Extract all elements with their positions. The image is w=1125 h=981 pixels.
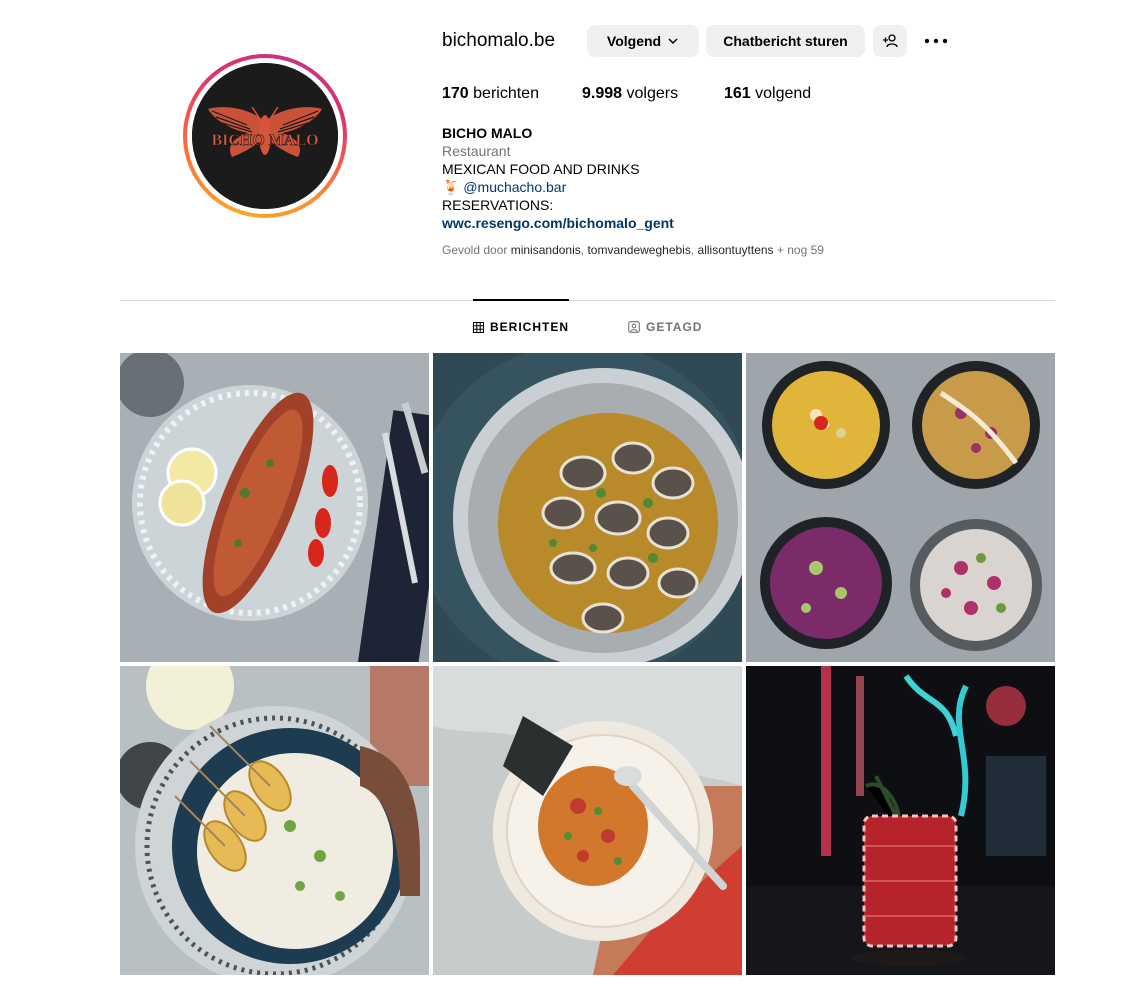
followed-by-user: allisontuyttens (697, 243, 774, 257)
post-image (433, 666, 742, 975)
posts-count-label: berichten (473, 85, 539, 102)
post-image (433, 353, 742, 662)
following-button[interactable]: Volgend (587, 25, 699, 57)
post-tile-cocktail[interactable] (746, 666, 1055, 975)
bio-line: RESERVATIONS: (442, 197, 554, 213)
bio-website-link[interactable]: wwc.resengo.com/bichomalo_gent (442, 214, 674, 232)
following-label: Volgend (606, 33, 662, 49)
active-tab-indicator (473, 299, 569, 301)
tagged-icon (628, 321, 640, 333)
followers-count[interactable]: 9.998 volgers (582, 85, 678, 103)
post-tile-clams[interactable] (433, 353, 742, 662)
more-options-button[interactable] (922, 32, 950, 50)
tab-tagged-label: GETAGD (646, 320, 703, 334)
tabs-divider (120, 300, 1055, 301)
posts-count: 170 berichten (442, 85, 539, 103)
bicho-malo-logo: BICHO MALO (192, 63, 338, 209)
post-image (120, 353, 429, 662)
post-tile-ceviche[interactable] (433, 666, 742, 975)
posts-count-value: 170 (442, 85, 469, 102)
bio-mention-line: 🍹 @muchacho.bar (442, 178, 674, 196)
tab-tagged[interactable]: GETAGD (628, 320, 702, 334)
chevron-down-icon (668, 38, 678, 45)
followed-by-more: + nog 59 (776, 243, 824, 257)
username: bichomalo.be (442, 30, 556, 51)
following-count[interactable]: 161 volgend (724, 85, 811, 103)
grid-icon (473, 321, 484, 333)
message-label: Chatbericht sturen (723, 33, 848, 49)
bio-category: Restaurant (442, 143, 511, 159)
post-image (746, 666, 1055, 975)
bio-line: MEXICAN FOOD AND DRINKS (442, 161, 640, 177)
profile-bio: BICHO MALO Restaurant MEXICAN FOOD AND D… (442, 124, 674, 232)
post-tile-four-bowls[interactable] (746, 353, 1055, 662)
post-tile-grilled-shrimp[interactable] (120, 353, 429, 662)
avatar: BICHO MALO (192, 63, 338, 209)
profile-avatar-story-ring[interactable]: BICHO MALO (183, 54, 347, 218)
post-image (746, 353, 1055, 662)
more-options-icon (924, 38, 948, 44)
bio-name: BICHO MALO (442, 125, 533, 141)
following-count-label: volgend (755, 85, 812, 102)
followed-by[interactable]: Gevold door minisandonis, tomvandewegheb… (442, 243, 824, 257)
followed-by-prefix: Gevold door (442, 243, 508, 257)
post-tile-corn-skewers[interactable] (120, 666, 429, 975)
tab-posts[interactable]: BERICHTEN (473, 320, 569, 334)
followers-count-value: 9.998 (582, 85, 623, 102)
followed-by-user: tomvandeweghebis (587, 243, 691, 257)
post-image (120, 666, 429, 975)
bio-mention-link[interactable]: @muchacho.bar (463, 179, 566, 195)
cocktail-emoji: 🍹 (442, 179, 460, 195)
message-button[interactable]: Chatbericht sturen (706, 25, 865, 57)
add-user-button[interactable] (873, 25, 907, 57)
following-count-value: 161 (724, 85, 751, 102)
followers-count-label: volgers (626, 85, 679, 102)
logo-text: BICHO MALO (211, 132, 318, 149)
tab-posts-label: BERICHTEN (490, 320, 570, 334)
followed-by-user: minisandonis (510, 243, 581, 257)
add-user-icon (883, 34, 898, 48)
